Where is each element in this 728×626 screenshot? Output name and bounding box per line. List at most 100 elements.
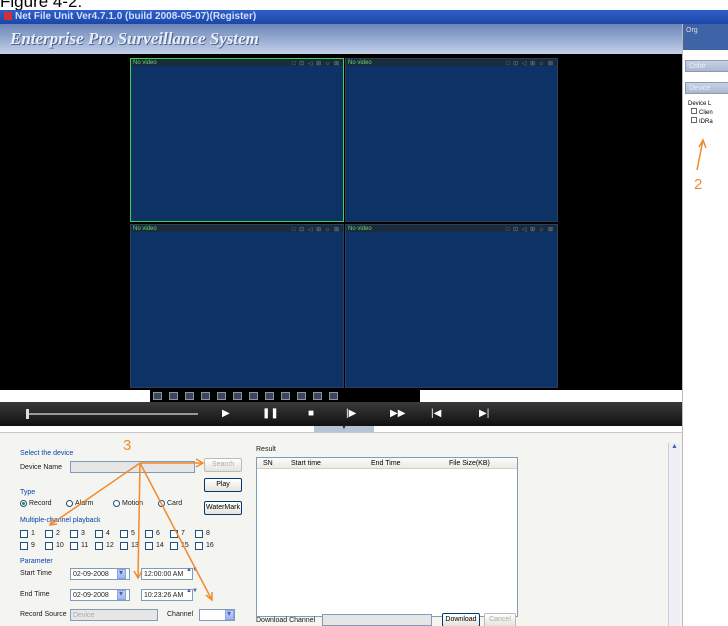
channel-checkbox[interactable] <box>170 530 178 538</box>
layout-13-icon[interactable] <box>265 392 274 400</box>
type-record-radio[interactable] <box>20 500 27 507</box>
layout-close-icon[interactable] <box>329 392 338 400</box>
video-pane-4[interactable]: No video □ ⊡ ◁ ⊞ ☼ ⊠ <box>345 224 558 388</box>
layout-8-icon[interactable] <box>217 392 226 400</box>
channel-checkbox-label: 10 <box>56 542 64 549</box>
type-record-label: Record <box>29 500 52 507</box>
end-date-dropdown-icon[interactable] <box>117 589 126 600</box>
channel-checkbox-label: 9 <box>31 542 35 549</box>
record-source-select[interactable]: Device <box>70 609 158 621</box>
layout-10-icon[interactable] <box>249 392 258 400</box>
channel-checkbox-label: 5 <box>131 530 135 537</box>
channel-checkbox[interactable] <box>120 530 128 538</box>
start-time-spinner-icon[interactable]: ▲▼ <box>186 567 198 573</box>
channel-label: Channel <box>167 611 194 618</box>
channel-checkbox[interactable] <box>45 530 53 538</box>
channel-checkbox-label: 15 <box>181 542 189 549</box>
channel-checkbox-label: 11 <box>81 542 89 549</box>
progress-track[interactable] <box>26 409 198 419</box>
prev-frame-icon[interactable]: |◀ <box>431 408 441 419</box>
column-sn[interactable]: SN <box>263 460 273 467</box>
pane-tools-icon[interactable]: □ ⊡ ◁ ⊞ ☼ ⊠ <box>506 226 554 233</box>
download-channel-field[interactable] <box>322 614 432 626</box>
channel-checkbox-label: 7 <box>181 530 185 537</box>
search-button[interactable]: Search <box>204 458 242 472</box>
app-icon <box>4 12 12 20</box>
fast-forward-icon[interactable]: ▶▶ <box>390 408 405 419</box>
end-time-label: End Time <box>20 591 50 598</box>
tree-root[interactable]: Device L <box>688 100 713 108</box>
channel-checkbox-label: 1 <box>31 530 35 537</box>
channel-checkbox-label: 4 <box>106 530 110 537</box>
color-button[interactable]: Color <box>685 60 728 72</box>
channel-dropdown-icon[interactable] <box>225 609 234 620</box>
channel-checkbox[interactable] <box>95 530 103 538</box>
video-pane-1[interactable]: No video □ ⊡ ◁ ⊞ ☼ ⊠ <box>130 58 344 222</box>
start-date-dropdown-icon[interactable] <box>117 568 126 579</box>
layout-9-icon[interactable] <box>233 392 242 400</box>
cancel-button[interactable]: Cancel <box>484 613 516 626</box>
channel-checkbox[interactable] <box>20 542 28 550</box>
channel-checkbox[interactable] <box>195 542 203 550</box>
video-pane-2[interactable]: No video □ ⊡ ◁ ⊞ ☼ ⊠ <box>345 58 558 222</box>
channel-checkbox[interactable] <box>70 530 78 538</box>
column-end-time[interactable]: End Time <box>371 460 401 467</box>
pane-tools-icon[interactable]: □ ⊡ ◁ ⊞ ☼ ⊠ <box>506 60 554 67</box>
channel-checkbox[interactable] <box>20 530 28 538</box>
channel-checkbox-label: 12 <box>106 542 114 549</box>
next-frame-icon[interactable]: ▶| <box>479 408 489 419</box>
end-time-spinner-icon[interactable]: ▲▼ <box>186 588 198 594</box>
multi-channel-label: Multiple-channel playback <box>20 517 101 524</box>
watermark-button[interactable]: WaterMark <box>204 501 242 515</box>
layout-1-icon[interactable] <box>169 392 178 400</box>
type-card-radio[interactable] <box>158 500 165 507</box>
channel-checkbox-label: 14 <box>156 542 164 549</box>
type-alarm-radio[interactable] <box>66 500 73 507</box>
channel-checkbox[interactable] <box>120 542 128 550</box>
parameter-label: Parameter <box>20 558 53 565</box>
scrollbar[interactable]: ▲ <box>668 443 680 626</box>
stop-icon[interactable]: ■ <box>308 408 314 419</box>
window-title: Net File Unit Ver4.7.1.0 (build 2008-05-… <box>15 11 257 22</box>
pane-label: No video <box>133 226 157 232</box>
fullscreen-icon[interactable] <box>153 392 162 400</box>
channel-checkbox[interactable] <box>195 530 203 538</box>
play-icon[interactable]: ▶ <box>222 408 230 419</box>
download-button[interactable]: Download <box>442 613 480 626</box>
column-file-size[interactable]: File Size(KB) <box>449 460 490 467</box>
channel-checkbox[interactable] <box>95 542 103 550</box>
result-label: Result <box>256 446 276 453</box>
play-button[interactable]: Play <box>204 478 242 492</box>
layout-36-icon[interactable] <box>313 392 322 400</box>
scroll-up-icon[interactable]: ▲ <box>671 443 678 450</box>
layout-4-icon[interactable] <box>185 392 194 400</box>
tree-item-idra[interactable]: IDRa <box>688 117 713 126</box>
channel-checkbox[interactable] <box>70 542 78 550</box>
layout-bar <box>150 390 420 402</box>
layout-25-icon[interactable] <box>297 392 306 400</box>
app-banner: Enterprise Pro Surveillance System <box>0 24 682 54</box>
channel-checkbox[interactable] <box>170 542 178 550</box>
pane-tools-icon[interactable]: □ ⊡ ◁ ⊞ ☼ ⊠ <box>292 226 340 233</box>
channel-checkbox[interactable] <box>145 530 153 538</box>
channel-checkbox[interactable] <box>145 542 153 550</box>
tree-item-label: Clien <box>699 110 713 116</box>
channel-checkbox[interactable] <box>45 542 53 550</box>
right-panel: Org Color Device Device L Clien IDRa <box>682 24 728 626</box>
video-pane-3[interactable]: No video □ ⊡ ◁ ⊞ ☼ ⊠ <box>130 224 344 388</box>
screenshot-root: Figure 4-2: Net File Unit Ver4.7.1.0 (bu… <box>0 0 728 626</box>
device-name-field[interactable] <box>70 461 195 473</box>
device-button[interactable]: Device <box>685 82 728 94</box>
pane-tools-icon[interactable]: □ ⊡ ◁ ⊞ ☼ ⊠ <box>292 60 340 67</box>
step-forward-icon[interactable]: |▶ <box>346 408 356 419</box>
type-label: Type <box>20 489 36 496</box>
layout-16-icon[interactable] <box>281 392 290 400</box>
pause-icon[interactable]: ❚❚ <box>262 408 279 419</box>
type-motion-radio[interactable] <box>113 500 120 507</box>
progress-thumb[interactable] <box>26 409 29 419</box>
layout-6-icon[interactable] <box>201 392 210 400</box>
tree-item-client[interactable]: Clien <box>688 108 713 117</box>
result-table[interactable]: SN Start time End Time File Size(KB) <box>256 457 518 617</box>
column-start-time[interactable]: Start time <box>291 460 321 467</box>
device-name-label: Device Name <box>20 464 63 471</box>
